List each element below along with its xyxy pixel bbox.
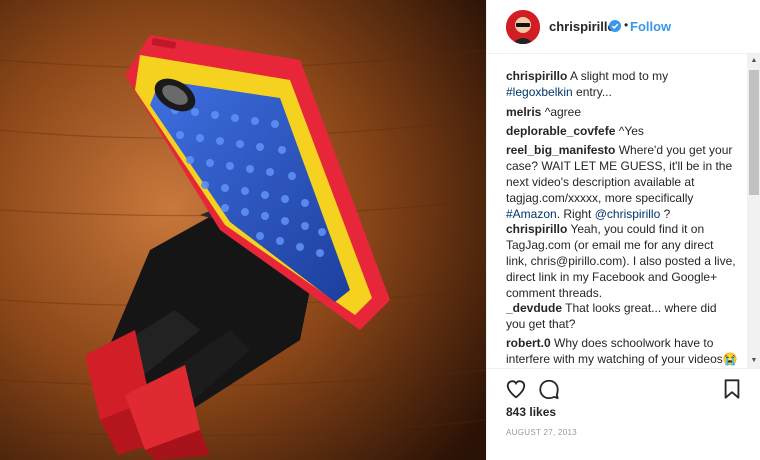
comment-list[interactable]: chrispirillo A slight mod to my #legoxbe… — [487, 54, 747, 368]
heart-icon[interactable] — [505, 378, 527, 400]
lego-phone-case-image — [0, 0, 486, 460]
comment-text: entry... — [572, 85, 612, 99]
comment-username[interactable]: melris — [506, 105, 541, 119]
avatar-image — [506, 10, 540, 44]
list-item: chrispirillo Yeah, you could find it on … — [506, 221, 738, 301]
comment-username[interactable]: chrispirillo — [506, 222, 567, 236]
post-date[interactable]: AUGUST 27, 2013 — [506, 428, 577, 437]
list-item: reel_big_manifesto Where'd you get your … — [506, 142, 738, 222]
comment-icon[interactable] — [538, 378, 560, 400]
scrollbar-thumb[interactable] — [749, 70, 759, 195]
list-item: deplorable_covfefe ^Yes — [506, 123, 738, 139]
comment-text: . Right — [556, 207, 595, 221]
avatar[interactable] — [506, 10, 540, 44]
scroll-down-arrow-icon[interactable]: ▼ — [747, 354, 760, 368]
comment-username[interactable]: _devdude — [506, 301, 562, 315]
like-count[interactable]: 843 likes — [506, 405, 556, 419]
list-item: _devdude That looks great... where did y… — [506, 300, 738, 332]
mention-link[interactable]: @chrispirillo — [595, 207, 661, 221]
hashtag-link[interactable]: #legoxbelkin — [506, 85, 573, 99]
post-header: chrispirillo • Follow — [487, 0, 760, 54]
list-item: melris ^agree — [506, 104, 738, 120]
post-author-username[interactable]: chrispirillo — [549, 19, 615, 34]
comment-username[interactable]: deplorable_covfefe — [506, 124, 615, 138]
comment-text: ^agree — [541, 105, 582, 119]
follow-button[interactable]: Follow — [630, 19, 671, 34]
separator-dot: • — [624, 18, 629, 32]
hashtag-link[interactable]: #Amazon — [506, 207, 557, 221]
comment-text: ^Yes — [615, 124, 644, 138]
comment-username[interactable]: chrispirillo — [506, 69, 567, 83]
post-sidebar: chrispirillo • Follow chrispirillo A sli… — [486, 0, 760, 460]
comment-text: A slight mod to my — [567, 69, 669, 83]
post-photo[interactable] — [0, 0, 486, 460]
comment-username[interactable]: robert.0 — [506, 336, 551, 350]
verified-badge-icon — [609, 20, 621, 32]
bookmark-icon[interactable] — [721, 378, 743, 400]
comments-scrollbar[interactable]: ▲ ▼ — [747, 54, 760, 368]
caption-comment: chrispirillo A slight mod to my #legoxbe… — [506, 68, 738, 100]
comment-username[interactable]: reel_big_manifesto — [506, 143, 615, 157]
list-item: robert.0 Why does schoolwork have to int… — [506, 335, 738, 367]
post-actions: 843 likes AUGUST 27, 2013 — [487, 368, 760, 460]
comment-text: ? — [660, 207, 671, 221]
scroll-up-arrow-icon[interactable]: ▲ — [747, 54, 760, 68]
